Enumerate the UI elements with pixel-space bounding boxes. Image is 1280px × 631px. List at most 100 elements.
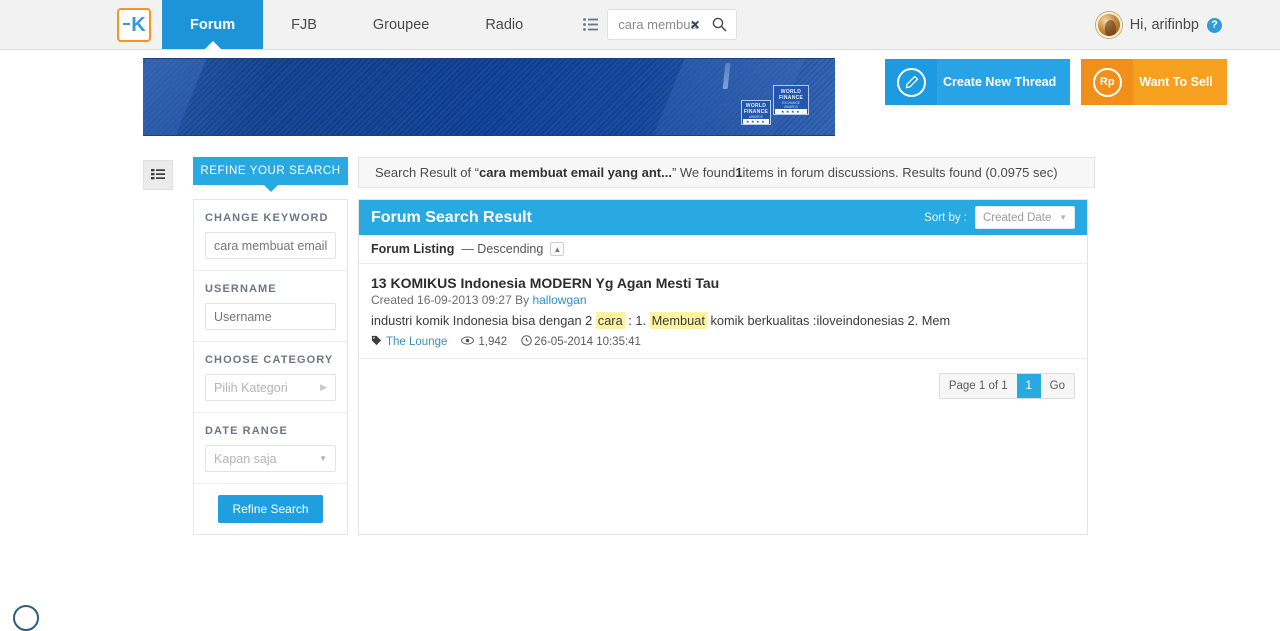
result-category-link[interactable]: The Lounge — [386, 336, 447, 348]
pagination-info: Page 1 of 1 — [940, 374, 1017, 398]
wf-badge-stars: ★★★★ — [775, 109, 807, 114]
avatar[interactable] — [1096, 12, 1122, 38]
summary-prefix: Search Result of “ — [375, 165, 479, 180]
pencil-icon — [897, 68, 926, 97]
nav-tab-groupee[interactable]: Groupee — [345, 0, 457, 49]
clock-icon — [521, 335, 532, 349]
pagination-go-button[interactable]: Go — [1041, 374, 1074, 398]
wf-badge2-title: WORLD FINANCE — [743, 103, 769, 115]
categories-list-icon[interactable] — [573, 0, 607, 50]
wf-badge-subtitle: EXCHANGE AWARDS — [775, 101, 807, 109]
result-date-text: 26-05-2014 10:35:41 — [534, 336, 641, 348]
chevron-right-icon: ▶ — [320, 382, 327, 393]
banner-row: WORLD FINANCE EXCHANGE AWARDS ★★★★ WORLD… — [0, 50, 1280, 136]
nav-tab-radio[interactable]: Radio — [457, 0, 551, 49]
result-views: 1,942 — [461, 336, 507, 348]
promo-banner[interactable]: WORLD FINANCE EXCHANGE AWARDS ★★★★ WORLD… — [143, 58, 835, 136]
date-range-select[interactable]: Kapan saja ▼ — [205, 445, 336, 472]
refine-search-button[interactable]: Refine Search — [218, 495, 322, 523]
results-panel: Forum Search Result Sort by : Created Da… — [358, 199, 1088, 535]
wf-badge2-stars: ★★★★ — [743, 119, 769, 124]
refine-search-sidebar: CHANGE KEYWORD USERNAME CHOOSE CATEGORY … — [193, 199, 348, 535]
main-nav-tabs: Forum FJB Groupee Radio — [162, 0, 551, 49]
result-author-link[interactable]: hallowgan — [532, 293, 586, 307]
world-finance-badge-secondary: WORLD FINANCE AWARDS ★★★★ — [741, 100, 771, 125]
result-created-line: Created 16-09-2013 09:27 By hallowgan — [371, 293, 1075, 307]
wf-badge-title: WORLD FINANCE — [775, 89, 807, 101]
search-icon[interactable] — [712, 17, 727, 32]
nav-tab-forum-label: Forum — [190, 17, 235, 33]
snippet-highlight-membuat: Membuat — [650, 312, 707, 329]
search-clear-icon[interactable]: ✕ — [690, 19, 700, 31]
filter-label-category: CHOOSE CATEGORY — [205, 354, 336, 366]
sort-by-value: Created Date — [983, 212, 1051, 224]
search-box[interactable]: ✕ — [607, 9, 737, 40]
date-range-placeholder: Kapan saja — [214, 452, 277, 466]
result-item: 13 KOMIKUS Indonesia MODERN Yg Agan Mest… — [359, 264, 1087, 359]
want-to-sell-button[interactable]: Rp Want To Sell — [1081, 59, 1227, 105]
site-logo[interactable]: K — [110, 0, 158, 49]
nav-tab-groupee-label: Groupee — [373, 17, 429, 33]
sort-by-label: Sort by : — [924, 212, 967, 224]
search-toolbar-row: REFINE YOUR SEARCH Search Result of “car… — [0, 157, 1280, 190]
filter-change-keyword: CHANGE KEYWORD — [194, 200, 347, 271]
refine-tab-column: REFINE YOUR SEARCH — [193, 157, 348, 190]
eye-icon — [461, 336, 474, 348]
summary-suffix: items in forum discussions. Results foun… — [743, 165, 1058, 180]
sort-by-select[interactable]: Created Date ▼ — [975, 206, 1075, 229]
snippet-highlight-cara: cara — [596, 312, 625, 329]
pagination-page-1[interactable]: 1 — [1017, 374, 1041, 398]
help-icon[interactable]: ? — [1207, 18, 1222, 33]
want-to-sell-label: Want To Sell — [1133, 59, 1227, 105]
summary-query: cara membuat email yang ant... — [479, 165, 672, 180]
nav-search-area: ✕ — [573, 0, 737, 49]
forum-listing-label: Forum Listing — [371, 242, 454, 256]
nav-tab-forum[interactable]: Forum — [162, 0, 263, 49]
user-greeting: Hi, arifinbp — [1130, 17, 1199, 33]
snippet-part-4: komik berkualitas :iloveindonesias 2. Me… — [707, 313, 950, 328]
logo-box[interactable]: K — [117, 8, 151, 42]
result-created-prefix: Created 16-09-2013 09:27 By — [371, 293, 532, 307]
forum-listing-order: — Descending — [461, 242, 543, 256]
refine-button-wrap: Refine Search — [194, 484, 347, 534]
create-thread-label: Create New Thread — [937, 59, 1070, 105]
kaskus-logo-icon: K — [123, 15, 144, 35]
snippet-part-2: : 1. — [625, 313, 650, 328]
change-keyword-input[interactable] — [205, 232, 336, 259]
nav-tab-fjb[interactable]: FJB — [263, 0, 345, 49]
want-to-sell-icon-wrap: Rp — [1081, 59, 1133, 105]
result-views-count: 1,942 — [478, 336, 507, 348]
pagination-row: Page 1 of 1 1 Go — [359, 359, 1087, 412]
user-menu[interactable]: Hi, arifinbp ? — [1096, 0, 1222, 50]
cta-group: Create New Thread Rp Want To Sell — [885, 59, 1227, 105]
forum-listing-bar: Forum Listing — Descending ▲ — [359, 235, 1087, 264]
choose-category-picker[interactable]: Pilih Kategori ▶ — [205, 374, 336, 401]
sidebar-toggle-button[interactable] — [143, 160, 173, 190]
summary-count: 1 — [735, 165, 742, 180]
result-title-link[interactable]: 13 KOMIKUS Indonesia MODERN Yg Agan Mest… — [371, 275, 1075, 291]
filter-label-keyword: CHANGE KEYWORD — [205, 212, 336, 224]
banner-chevron-left — [143, 59, 206, 135]
filter-label-username: USERNAME — [205, 283, 336, 295]
chevron-down-icon: ▼ — [1059, 213, 1067, 222]
result-snippet: industri komik Indonesia bisa dengan 2 c… — [371, 313, 1075, 328]
result-category[interactable]: The Lounge — [371, 335, 447, 349]
rupiah-icon: Rp — [1093, 68, 1122, 97]
chevron-up-icon[interactable]: ▲ — [550, 242, 564, 256]
summary-mid: ” We found — [672, 165, 735, 180]
snippet-part-0: industri komik Indonesia bisa dengan 2 — [371, 313, 596, 328]
category-placeholder: Pilih Kategori — [214, 381, 288, 395]
chat-widget-icon[interactable] — [13, 605, 39, 631]
sort-by-group: Sort by : Created Date ▼ — [924, 206, 1075, 229]
result-summary-bar: Search Result of “cara membuat email yan… — [358, 157, 1095, 188]
refine-your-search-tab[interactable]: REFINE YOUR SEARCH — [193, 157, 348, 185]
filter-username: USERNAME — [194, 271, 347, 342]
tag-icon — [371, 335, 382, 349]
create-new-thread-button[interactable]: Create New Thread — [885, 59, 1070, 105]
username-input[interactable] — [205, 303, 336, 330]
result-meta-row: The Lounge 1,942 26-05-2014 10:35:41 — [371, 335, 1075, 349]
filter-label-date-range: DATE RANGE — [205, 425, 336, 437]
filter-date-range: DATE RANGE Kapan saja ▼ — [194, 413, 347, 484]
create-thread-icon-wrap — [885, 59, 937, 105]
filter-choose-category: CHOOSE CATEGORY Pilih Kategori ▶ — [194, 342, 347, 413]
